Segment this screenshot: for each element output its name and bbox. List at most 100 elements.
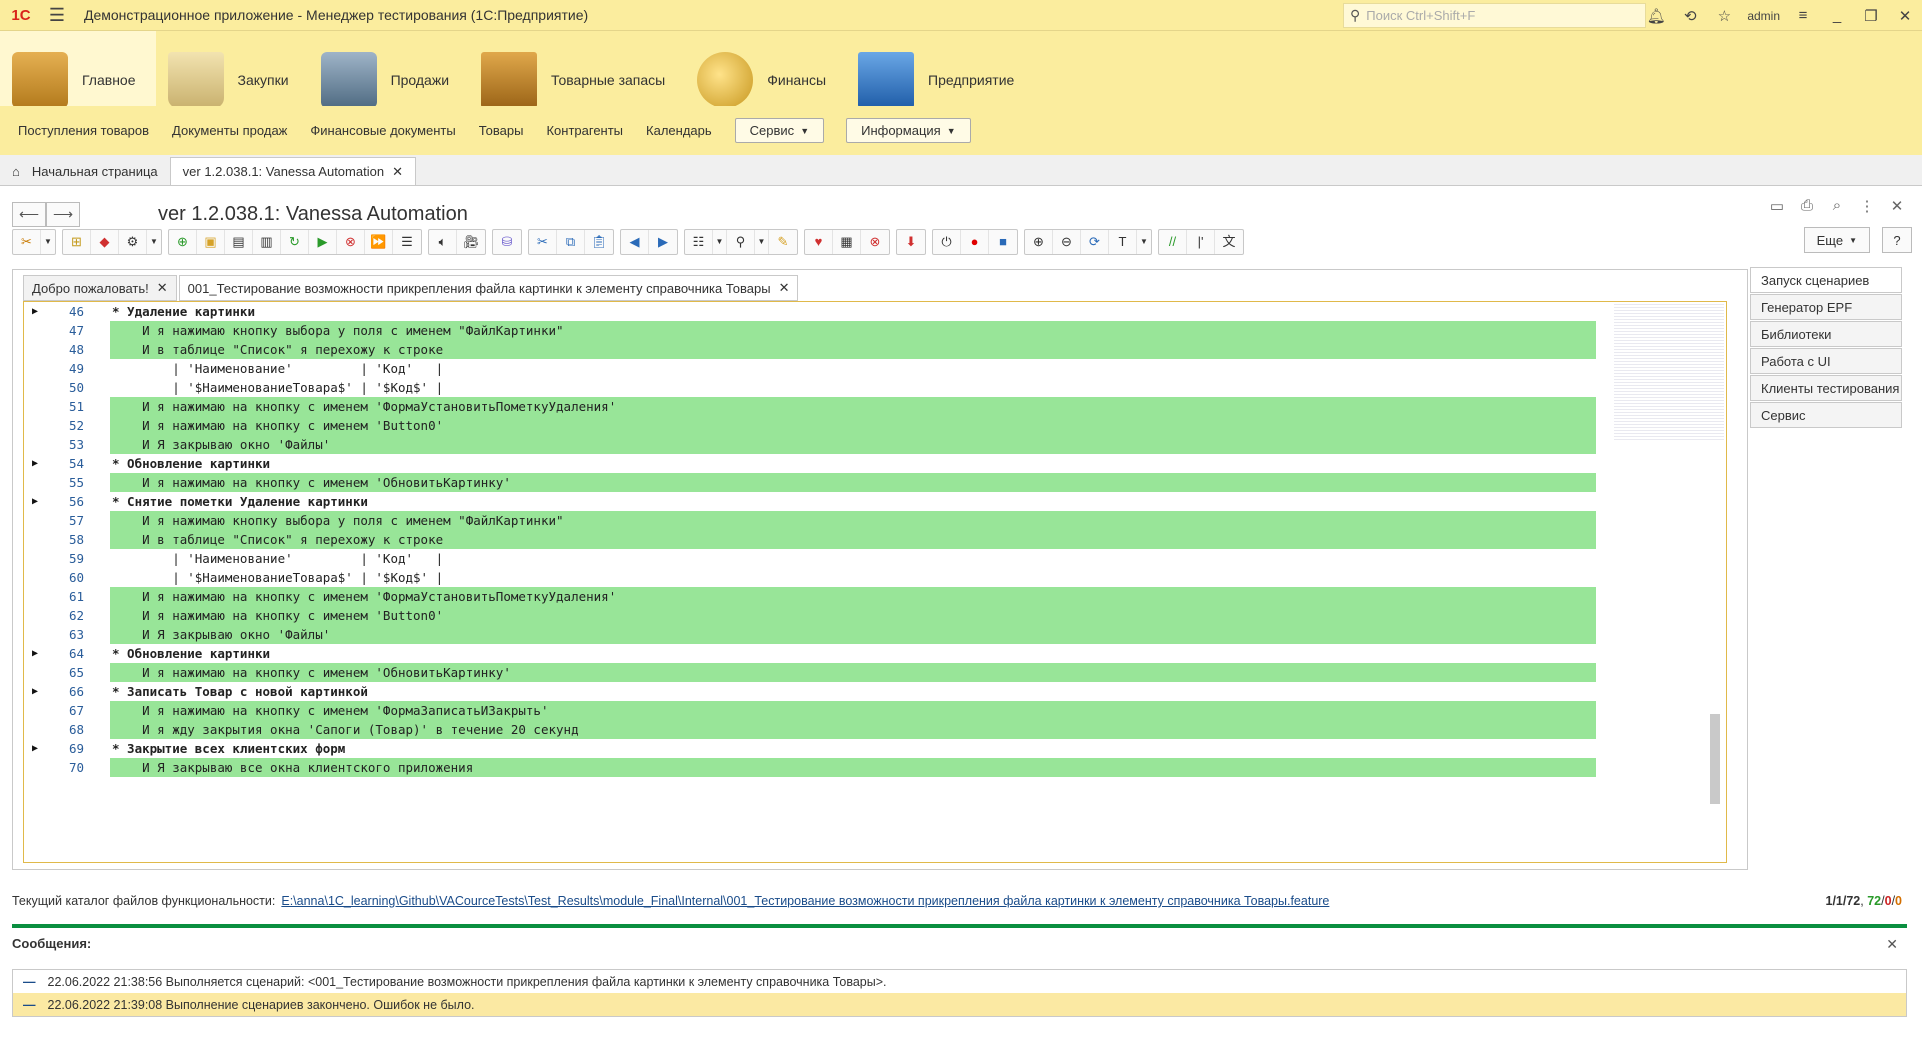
search-input[interactable]: ⚲ Поиск Ctrl+Shift+F <box>1343 3 1646 28</box>
chevron-down-icon[interactable]: ▼ <box>713 230 727 254</box>
fold-arrow-icon[interactable]: ▶ <box>32 644 38 663</box>
nav-link-finance-docs[interactable]: Финансовые документы <box>310 123 455 138</box>
tab-test-clients[interactable]: Клиенты тестирования <box>1750 375 1902 401</box>
move-up-icon[interactable]: ◀ <box>621 230 649 254</box>
search-icon[interactable]: ⚲ <box>727 230 755 254</box>
chevron-down-icon[interactable]: ▼ <box>41 230 55 254</box>
comment-icon[interactable]: // <box>1159 230 1187 254</box>
close-tab-icon[interactable]: ✕ <box>779 280 790 296</box>
brush-icon[interactable]: ✎ <box>769 230 797 254</box>
info-dropdown[interactable]: Информация ▼ <box>846 118 971 143</box>
save-as-icon[interactable]: ▥ <box>253 230 281 254</box>
table-icon[interactable]: ▦ <box>833 230 861 254</box>
fold-arrow-icon[interactable]: ▶ <box>32 492 38 511</box>
video-icon[interactable]: 🎥︎ <box>457 230 485 254</box>
tools-group[interactable]: ✂ ▼ <box>12 229 56 255</box>
translate-icon[interactable]: 文 <box>1215 230 1243 254</box>
tab-ui-work[interactable]: Работа с UI <box>1750 348 1902 374</box>
open-folder-icon[interactable]: ▣ <box>197 230 225 254</box>
code-line[interactable]: 67 И я нажимаю на кнопку с именем 'Форма… <box>24 701 1604 720</box>
message-item[interactable]: — 22.06.2022 21:38:56 Выполняется сценари… <box>13 970 1906 993</box>
vertical-scrollbar[interactable] <box>1710 714 1720 804</box>
code-line[interactable]: 47 И я нажимаю кнопку выбора у поля с им… <box>24 321 1604 340</box>
code-line[interactable]: ▶ 64 * Обновление картинки <box>24 644 1604 663</box>
chevron-down-icon[interactable]: ▼ <box>755 230 769 254</box>
code-line[interactable]: 50 | '$НаименованиеТовара$' | '$Код$' | <box>24 378 1604 397</box>
copy-icon[interactable]: ⧉ <box>557 230 585 254</box>
help-button[interactable]: ? <box>1882 227 1912 253</box>
more-button[interactable]: Еще ▼ <box>1803 227 1870 253</box>
code-line[interactable]: ▶ 66 * Записать Товар с новой картинкой <box>24 682 1604 701</box>
nav-link-calendar[interactable]: Календарь <box>646 123 712 138</box>
tab-feature[interactable]: 001_Тестирование возможности прикреплени… <box>178 275 799 301</box>
fold-arrow-icon[interactable]: ▶ <box>32 739 38 758</box>
download-icon[interactable]: ⬇ <box>897 230 925 254</box>
code-minimap[interactable] <box>1614 302 1724 442</box>
chevron-down-icon[interactable]: ▼ <box>1137 230 1151 254</box>
code-line[interactable]: 61 И я нажимаю на кнопку с именем 'Форма… <box>24 587 1604 606</box>
restore-icon[interactable]: ❐ <box>1854 7 1888 25</box>
uncomment-icon[interactable]: |' <box>1187 230 1215 254</box>
back-button[interactable]: ⟵ <box>12 201 46 227</box>
heart-icon[interactable]: ♥ <box>805 230 833 254</box>
steps-icon[interactable]: ☰ <box>393 230 421 254</box>
run-all-icon[interactable]: ⏩ <box>365 230 393 254</box>
clear-icon[interactable]: ⊗ <box>861 230 889 254</box>
close-tab-icon[interactable]: ✕ <box>392 164 403 180</box>
bell-icon[interactable]: 🔔︎ <box>1639 7 1673 25</box>
zoom-in-icon[interactable]: ⊕ <box>1025 230 1053 254</box>
sync-icon[interactable]: ⟳ <box>1081 230 1109 254</box>
run-icon[interactable]: ▶ <box>309 230 337 254</box>
zoom-out-icon[interactable]: ⊖ <box>1053 230 1081 254</box>
code-line[interactable]: ▶ 56 * Снятие пометки Удаление картинки <box>24 492 1604 511</box>
nav-link-goods[interactable]: Товары <box>479 123 524 138</box>
code-line[interactable]: 65 И я нажимаю на кнопку с именем 'Обнов… <box>24 663 1604 682</box>
code-line[interactable]: 48 И в таблице "Список" я перехожу к стр… <box>24 340 1604 359</box>
fold-arrow-icon[interactable]: ▶ <box>32 454 38 473</box>
save-icon[interactable]: ▤ <box>225 230 253 254</box>
close-icon[interactable]: ✕ <box>1888 7 1922 25</box>
gear-icon[interactable]: ⚙ <box>119 230 147 254</box>
more-vertical-icon[interactable]: ⋮ <box>1852 197 1882 215</box>
close-messages-icon[interactable]: ✕ <box>1886 936 1898 953</box>
close-tab-icon[interactable]: ✕ <box>157 280 168 296</box>
code-line[interactable]: ▶ 69 * Закрытие всех клиентских форм <box>24 739 1604 758</box>
service-dropdown[interactable]: Сервис ▼ <box>734 118 825 143</box>
nav-link-receipts[interactable]: Поступления товаров <box>18 123 149 138</box>
code-line[interactable]: 49 | 'Наименование' | 'Код' | <box>24 359 1604 378</box>
fold-arrow-icon[interactable]: ▶ <box>32 302 38 321</box>
power-icon[interactable]: ⏻ <box>933 230 961 254</box>
tab-home[interactable]: ⌂ Начальная страница <box>0 157 170 185</box>
refresh-icon[interactable]: ↻ <box>281 230 309 254</box>
code-line[interactable]: 60 | '$НаименованиеТовара$' | '$Код$' | <box>24 568 1604 587</box>
code-line[interactable]: 53 И Я закрываю окно 'Файлы' <box>24 435 1604 454</box>
catalog-path-link[interactable]: E:\anna\1C_learning\Github\VACourceTests… <box>281 894 1329 908</box>
user-name[interactable]: admin <box>1741 9 1786 23</box>
paste-icon[interactable]: 📋︎ <box>585 230 613 254</box>
file-tree-icon[interactable]: ⊞ <box>63 230 91 254</box>
font-icon[interactable]: T <box>1109 230 1137 254</box>
code-line[interactable]: 51 И я нажимаю на кнопку с именем 'Форма… <box>24 397 1604 416</box>
nav-link-sales-docs[interactable]: Документы продаж <box>172 123 287 138</box>
code-line[interactable]: 58 И в таблице "Список" я перехожу к стр… <box>24 530 1604 549</box>
code-line[interactable]: 63 И Я закрываю окно 'Файлы' <box>24 625 1604 644</box>
tab-epf-generator[interactable]: Генератор EPF <box>1750 294 1902 320</box>
star-icon[interactable]: ☆ <box>1707 7 1741 25</box>
diamond-icon[interactable]: ◆ <box>91 230 119 254</box>
nav-link-counterparties[interactable]: Контрагенты <box>546 123 623 138</box>
list-icon[interactable]: ☷ <box>685 230 713 254</box>
settings-menu-icon[interactable]: ≡ <box>1786 7 1820 24</box>
save-form-icon[interactable]: ▭ <box>1762 197 1792 215</box>
tab-vanessa[interactable]: ver 1.2.038.1: Vanessa Automation ✕ <box>169 157 416 185</box>
code-line[interactable]: ▶ 54 * Обновление картинки <box>24 454 1604 473</box>
cut-icon[interactable]: ✂ <box>529 230 557 254</box>
history-icon[interactable]: ⟲ <box>1673 7 1707 25</box>
stop-icon[interactable]: ⊗ <box>337 230 365 254</box>
tab-run-scenarios[interactable]: Запуск сценариев <box>1750 267 1902 293</box>
close-form-icon[interactable]: ✕ <box>1882 197 1912 215</box>
tab-service[interactable]: Сервис <box>1750 402 1902 428</box>
minimize-icon[interactable]: _ <box>1820 7 1854 24</box>
main-menu-icon[interactable]: ☰ <box>42 5 72 26</box>
code-line[interactable]: 68 И я жду закрытия окна 'Сапоги (Товар)… <box>24 720 1604 739</box>
library-icon[interactable]: ⛁ <box>493 230 521 254</box>
